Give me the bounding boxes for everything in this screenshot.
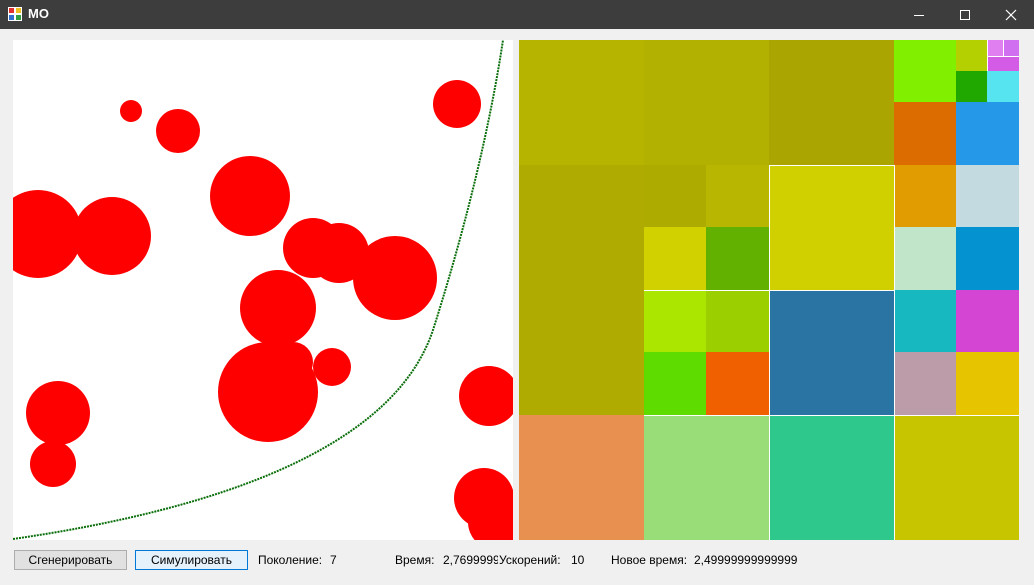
obstacle	[30, 441, 76, 487]
maximize-button[interactable]	[942, 0, 988, 29]
treemap-cell	[644, 40, 769, 165]
obstacle	[13, 190, 82, 278]
window-title: MO	[28, 6, 49, 21]
treemap-cell	[644, 352, 706, 415]
generation-label: Поколение:	[258, 553, 323, 567]
treemap-cell	[769, 415, 894, 540]
treemap-cell	[987, 71, 1019, 102]
obstacle	[433, 80, 481, 128]
treemap-cell	[769, 165, 894, 290]
obstacle	[26, 381, 90, 445]
treemap-cell	[1003, 40, 1019, 56]
treemap-cell	[987, 40, 1003, 56]
obstacle	[218, 342, 318, 442]
accelerations-label: Ускорений:	[499, 553, 561, 567]
treemap-cell	[956, 102, 1019, 165]
maximize-icon	[960, 10, 970, 20]
treemap-cell	[956, 71, 987, 102]
treemap-cell	[706, 165, 769, 227]
treemap-cell	[644, 415, 769, 540]
app-icon	[8, 7, 22, 21]
treemap-panel	[519, 40, 1019, 540]
obstacle	[120, 100, 142, 122]
treemap-drawing	[519, 40, 1019, 540]
treemap-cell	[987, 56, 1019, 71]
obstacle	[353, 236, 437, 320]
treemap-cell	[894, 102, 956, 165]
treemap-cell	[769, 40, 894, 165]
treemap-cell	[706, 352, 769, 415]
treemap-cell	[894, 290, 956, 352]
obstacle	[156, 109, 200, 153]
close-button[interactable]	[988, 0, 1034, 29]
treemap-cell	[894, 415, 1019, 540]
simulation-drawing	[13, 40, 513, 540]
obstacle	[73, 197, 151, 275]
obstacle	[210, 156, 290, 236]
treemap-cell	[894, 40, 956, 102]
treemap-cell	[894, 227, 956, 290]
treemap-cell	[894, 165, 956, 227]
accelerations-value: 10	[571, 553, 585, 567]
treemap-cell	[769, 290, 894, 415]
time-label: Время:	[395, 553, 435, 567]
title-bar: MO	[0, 0, 1034, 29]
treemap-cell	[956, 40, 987, 71]
obstacle	[240, 270, 316, 346]
generation-value: 7	[330, 553, 337, 567]
new-time-label: Новое время:	[611, 553, 688, 567]
treemap-cell	[894, 352, 956, 415]
minimize-icon	[914, 15, 924, 16]
minimize-button[interactable]	[896, 0, 942, 29]
treemap-cell	[519, 40, 644, 165]
treemap-cell	[519, 415, 644, 540]
generate-button[interactable]: Сгенерировать	[14, 550, 127, 570]
treemap-cell	[644, 165, 706, 227]
treemap-cell	[644, 290, 706, 352]
treemap-cell	[706, 290, 769, 352]
simulate-button[interactable]: Симулировать	[135, 550, 248, 570]
treemap-cell	[956, 165, 1019, 227]
time-value: 2,76999999	[443, 553, 498, 567]
treemap-cell	[706, 227, 769, 290]
obstacle	[459, 366, 513, 426]
treemap-cell	[956, 352, 1019, 415]
treemap-cell	[956, 290, 1019, 352]
treemap-cell	[644, 227, 706, 290]
treemap-cell	[519, 165, 644, 290]
new-time-value: 2,49999999999999	[694, 553, 798, 567]
close-icon	[1005, 9, 1017, 21]
obstacle	[313, 348, 351, 386]
treemap-cell	[519, 290, 644, 415]
treemap-cell	[956, 227, 1019, 290]
simulation-canvas	[13, 40, 513, 540]
